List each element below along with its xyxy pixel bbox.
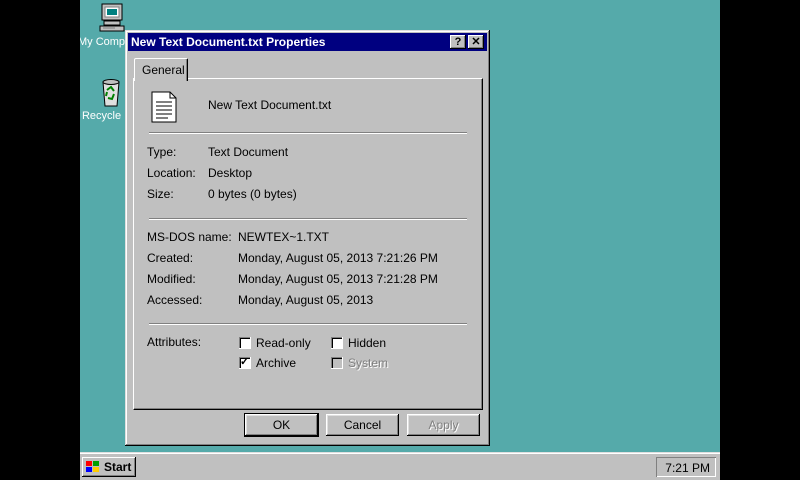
separator [149, 218, 467, 220]
hidden-label[interactable]: Hidden [348, 336, 386, 350]
properties-dialog: New Text Document.txt Properties ? ✕ Gen… [125, 30, 490, 446]
modified-label: Modified: [147, 272, 196, 286]
archive-checkbox[interactable]: ✓ [239, 356, 251, 369]
close-button[interactable]: ✕ [468, 35, 484, 49]
location-label: Location: [147, 166, 196, 180]
dialog-titlebar[interactable]: New Text Document.txt Properties ? ✕ [128, 33, 487, 51]
cancel-button[interactable]: Cancel [326, 414, 399, 436]
read-only-label[interactable]: Read-only [256, 336, 311, 350]
help-button[interactable]: ? [450, 35, 466, 49]
check-mark-icon: ✓ [240, 356, 250, 368]
computer-icon [95, 2, 127, 34]
tab-general-label: General [142, 63, 185, 77]
type-label: Type: [147, 145, 177, 159]
created-label: Created: [147, 251, 194, 265]
modified-value: Monday, August 05, 2013 7:21:28 PM [238, 272, 438, 286]
size-label: Size: [147, 187, 174, 201]
hidden-checkbox[interactable] [331, 337, 343, 349]
dialog-title: New Text Document.txt Properties [131, 35, 326, 49]
recycle-bin-icon [95, 76, 127, 108]
clock[interactable]: 7:21 PM [665, 461, 710, 475]
msdos-name-value: NEWTEX~1.TXT [238, 230, 330, 244]
start-label: Start [104, 460, 132, 474]
separator [149, 132, 467, 134]
desktop: My Computer Recycle Bin New Text Documen… [80, 0, 720, 480]
attributes-label: Attributes: [147, 335, 202, 349]
read-only-checkbox[interactable] [239, 337, 251, 349]
tab-general[interactable]: General [134, 58, 188, 81]
system-checkbox [331, 357, 343, 369]
msdos-name-label: MS-DOS name: [147, 230, 232, 244]
system-tray: 7:21 PM [656, 457, 716, 477]
separator [149, 323, 467, 325]
system-label: System [348, 356, 389, 370]
ok-button[interactable]: OK [244, 413, 319, 437]
close-icon: ✕ [471, 36, 481, 48]
file-name: New Text Document.txt [208, 98, 332, 112]
created-value: Monday, August 05, 2013 7:21:26 PM [238, 251, 438, 265]
archive-label[interactable]: Archive [256, 356, 296, 370]
accessed-label: Accessed: [147, 293, 203, 307]
accessed-value: Monday, August 05, 2013 [238, 293, 374, 307]
type-value: Text Document [208, 145, 289, 159]
apply-button: Apply [407, 414, 480, 436]
size-value: 0 bytes (0 bytes) [208, 187, 297, 201]
text-file-icon [150, 91, 178, 126]
location-value: Desktop [208, 166, 253, 180]
windows-logo-icon [86, 461, 100, 473]
start-button[interactable]: Start [82, 457, 136, 477]
general-tab-panel: New Text Document.txt Type: Text Documen… [133, 78, 483, 410]
taskbar: Start 7:21 PM [80, 452, 720, 480]
